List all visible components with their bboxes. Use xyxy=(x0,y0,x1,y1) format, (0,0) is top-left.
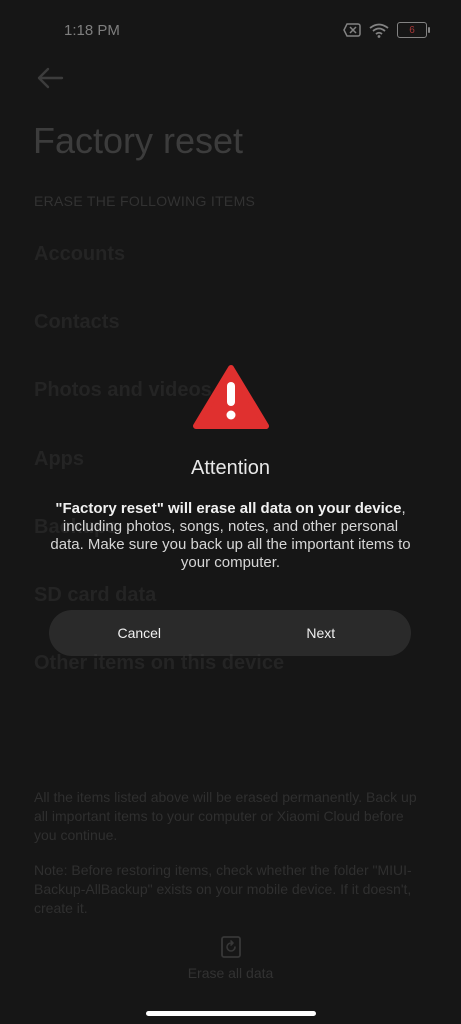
dialog-button-group: Cancel Next xyxy=(49,610,411,656)
dialog-message-bold: "Factory reset" will erase all data on y… xyxy=(55,500,402,517)
dialog-title: Attention xyxy=(191,457,270,479)
next-button[interactable]: Next xyxy=(231,610,412,656)
cancel-button[interactable]: Cancel xyxy=(49,610,230,656)
home-indicator[interactable] xyxy=(146,1011,316,1016)
warning-icon xyxy=(193,365,269,429)
dialog-message: "Factory reset" will erase all data on y… xyxy=(45,500,416,572)
